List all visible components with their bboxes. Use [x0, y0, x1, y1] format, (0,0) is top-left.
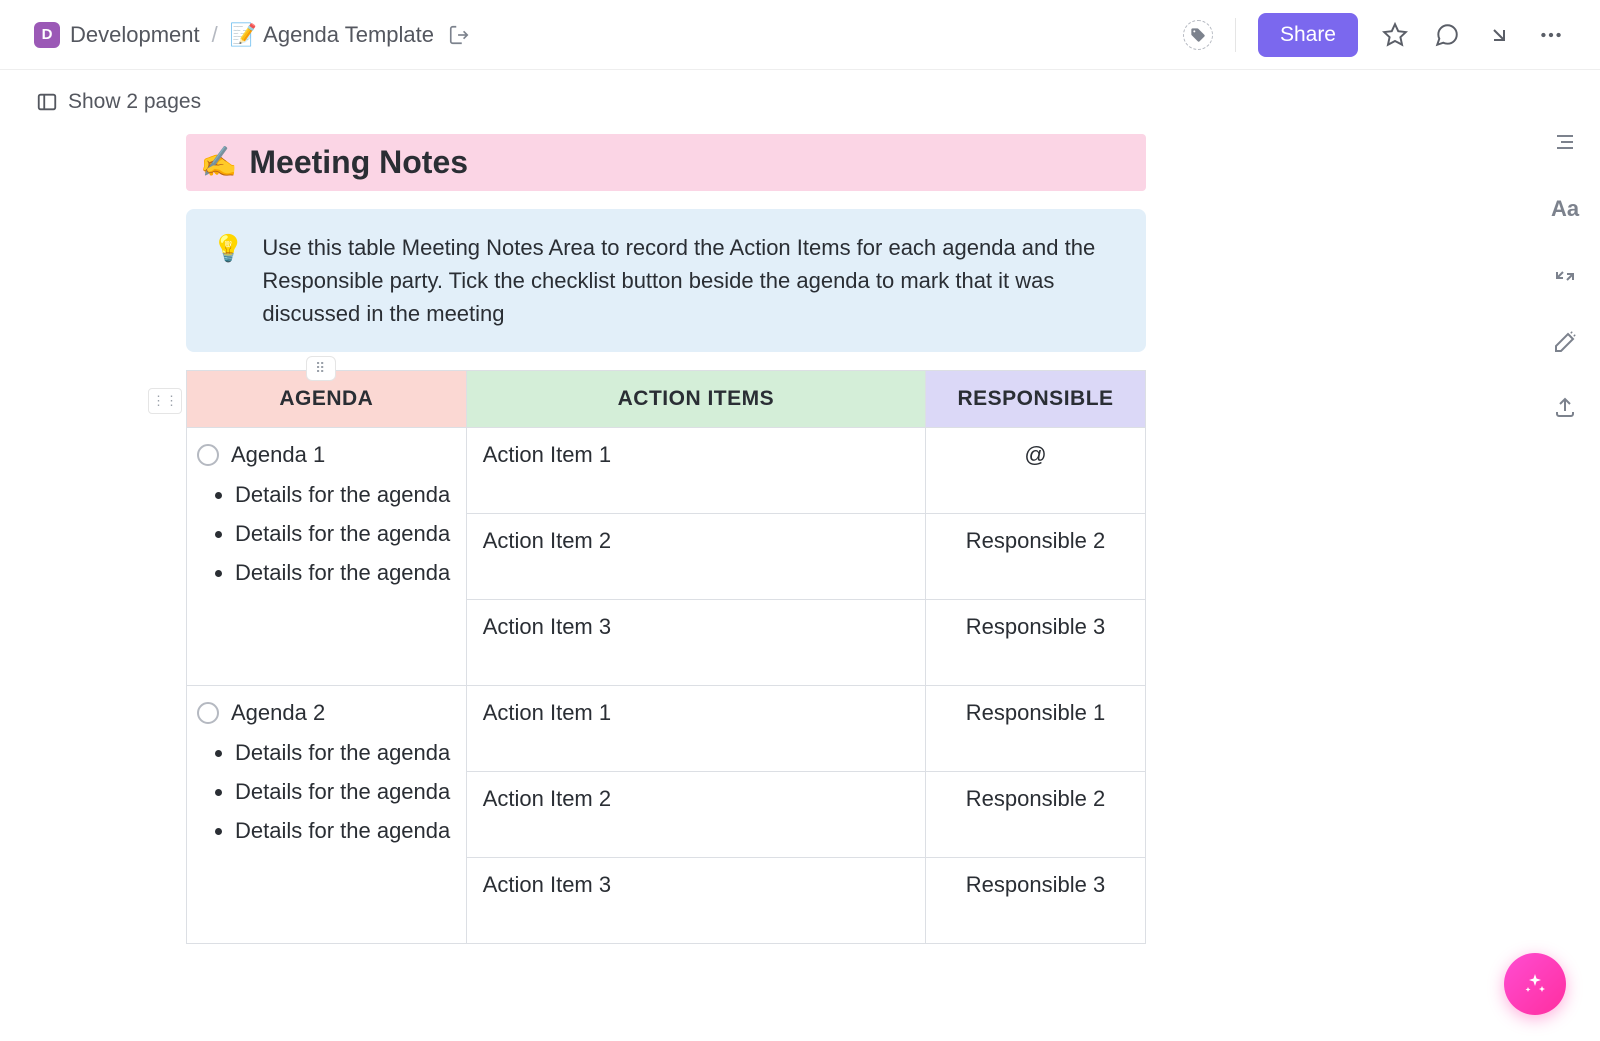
divider: [1235, 18, 1236, 52]
responsible-cell[interactable]: @: [926, 428, 1146, 514]
action-item-cell[interactable]: Action Item 2: [466, 514, 925, 600]
meeting-notes-table: AGENDA ACTION ITEMS RESPONSIBLE Agenda 1: [186, 370, 1146, 944]
comment-icon[interactable]: [1432, 20, 1462, 50]
show-pages-toggle[interactable]: Show 2 pages: [36, 90, 1530, 114]
relations-arrows-icon[interactable]: [1553, 264, 1577, 288]
list-item[interactable]: Details for the agenda: [235, 517, 452, 550]
agenda-title: Agenda 1: [231, 442, 325, 468]
agenda-details-list: Details for the agenda Details for the a…: [235, 478, 452, 589]
right-rail: Aa: [1530, 70, 1600, 944]
export-upload-icon[interactable]: [1553, 396, 1577, 420]
column-header-responsible[interactable]: RESPONSIBLE: [926, 371, 1146, 428]
topbar-actions: Share: [1183, 13, 1566, 57]
checkbox-circle[interactable]: [197, 444, 219, 466]
page-title: Meeting Notes: [249, 144, 468, 181]
workspace-icon[interactable]: D: [34, 22, 60, 48]
responsible-cell[interactable]: Responsible 1: [926, 686, 1146, 772]
share-button[interactable]: Share: [1258, 13, 1358, 57]
row-drag-handle-icon[interactable]: ⋮⋮: [148, 388, 182, 414]
callout-text: Use this table Meeting Notes Area to rec…: [262, 231, 1120, 330]
list-item[interactable]: Details for the agenda: [235, 814, 452, 847]
lightbulb-icon: 💡: [212, 233, 244, 330]
agenda-cell[interactable]: Agenda 1 Details for the agenda Details …: [187, 428, 467, 686]
column-header-action-items[interactable]: ACTION ITEMS: [466, 371, 925, 428]
checkbox-circle[interactable]: [197, 702, 219, 724]
agenda-cell[interactable]: Agenda 2 Details for the agenda Details …: [187, 686, 467, 944]
tag-icon[interactable]: [1183, 20, 1213, 50]
breadcrumb-page[interactable]: Agenda Template: [263, 22, 434, 48]
ai-assist-fab[interactable]: [1504, 953, 1566, 1015]
magic-wand-icon[interactable]: [1553, 330, 1577, 354]
responsible-cell[interactable]: Responsible 2: [926, 772, 1146, 858]
agenda-details-list: Details for the agenda Details for the a…: [235, 736, 452, 847]
action-item-cell[interactable]: Action Item 2: [466, 772, 925, 858]
list-item[interactable]: Details for the agenda: [235, 478, 452, 511]
list-item[interactable]: Details for the agenda: [235, 775, 452, 808]
action-item-cell[interactable]: Action Item 3: [466, 600, 925, 686]
topbar: D Development / 📝 Agenda Template Share: [0, 0, 1600, 70]
show-pages-label: Show 2 pages: [68, 90, 201, 114]
info-callout[interactable]: 💡 Use this table Meeting Notes Area to r…: [186, 209, 1146, 352]
responsible-cell[interactable]: Responsible 2: [926, 514, 1146, 600]
title-emoji-icon: ✍️: [200, 145, 237, 180]
outline-list-icon[interactable]: [1553, 130, 1577, 154]
more-menu-icon[interactable]: [1536, 20, 1566, 50]
download-arrow-icon[interactable]: [1484, 20, 1514, 50]
sidebar-panel-icon: [36, 91, 58, 113]
list-item[interactable]: Details for the agenda: [235, 736, 452, 769]
action-item-cell[interactable]: Action Item 3: [466, 858, 925, 944]
typography-icon[interactable]: Aa: [1551, 196, 1579, 222]
breadcrumb-page-emoji: 📝: [230, 22, 257, 48]
breadcrumb-separator: /: [212, 22, 218, 48]
responsible-cell[interactable]: Responsible 3: [926, 600, 1146, 686]
sparkle-icon: [1523, 972, 1547, 996]
action-item-cell[interactable]: Action Item 1: [466, 428, 925, 514]
external-link-icon[interactable]: [448, 24, 470, 46]
action-item-cell[interactable]: Action Item 1: [466, 686, 925, 772]
agenda-title: Agenda 2: [231, 700, 325, 726]
page-title-block[interactable]: ✍️ Meeting Notes: [186, 134, 1146, 191]
responsible-cell[interactable]: Responsible 3: [926, 858, 1146, 944]
favorite-star-icon[interactable]: [1380, 20, 1410, 50]
list-item[interactable]: Details for the agenda: [235, 556, 452, 589]
breadcrumb-workspace[interactable]: Development: [70, 22, 200, 48]
column-drag-handle-icon[interactable]: ⠿: [306, 356, 336, 381]
